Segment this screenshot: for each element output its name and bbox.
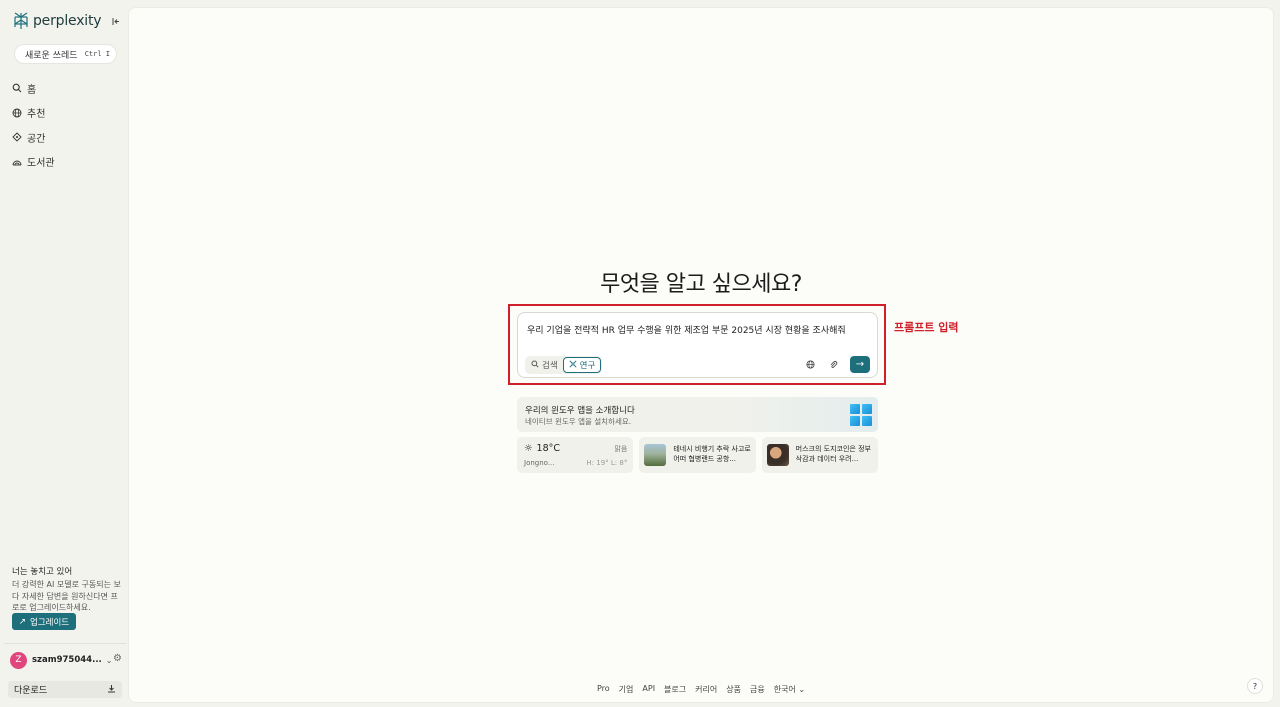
sidebar: perplexity 새로운 쓰레드 Ctrl I 홈 추천 공간 도서관 너는… [0,0,127,707]
submit-button[interactable]: → [850,356,870,373]
upgrade-label: 업그레이드 [30,617,70,628]
sidebar-item-label: 홈 [27,84,37,96]
mode-research-button[interactable]: 연구 [562,357,602,373]
download-label: 다운로드 [14,686,48,696]
arrow-right-icon: → [855,359,865,370]
avatar[interactable]: Z [10,651,27,669]
footer-link-enterprise[interactable]: 기업 [619,684,634,695]
footer-link-api[interactable]: API [642,684,655,695]
sidebar-item-library[interactable]: 도서관 [12,150,122,175]
weather-temp-value: 18°C [536,443,561,454]
spaces-icon [12,132,22,142]
sidebar-item-label: 추천 [27,109,46,121]
weather-condition: 맑음 [614,445,628,453]
main-panel: 무엇을 알고 싶으세요? 우리 기업을 전략적 HR 업무 수행을 위한 제조업… [128,7,1274,703]
annotation-label: 프롬프트 입력 [894,321,959,334]
search-box[interactable]: 우리 기업을 전략적 HR 업무 수행을 위한 제조업 부문 2025년 시장 … [517,312,878,378]
sidebar-item-spaces[interactable]: 공간 [12,125,122,150]
library-icon [12,157,22,167]
news-thumbnail [644,444,667,466]
footer-link-pro[interactable]: Pro [597,684,610,695]
help-button[interactable]: ? [1247,678,1263,694]
footer-links: Pro 기업 API 블로그 커리어 상품 금융 한국어 ⌄ [129,684,1273,695]
windows-app-banner[interactable]: 우리의 윈도우 앱을 소개합니다 네이티브 윈도우 앱을 설치하세요. [517,397,878,432]
widget-cards: ☼ 18°C 맑음 Jongno... H: 19° L: 8° 테네시 비행기… [517,437,878,473]
news-title: 머스크의 도지코인은 정부 삭감과 데이터 우려... [795,445,871,463]
collapse-sidebar-icon[interactable] [109,14,123,28]
search-input[interactable]: 우리 기업을 전략적 HR 업무 수행을 위한 제조업 부문 2025년 시장 … [527,323,872,336]
footer-link-store[interactable]: 상품 [726,684,741,695]
promo-body: 더 강력한 AI 모델로 구동되는 보다 자세한 답변을 원하신다면 프로로 업… [12,580,121,612]
weather-high-low: H: 19° L: 8° [586,459,628,467]
new-thread-label: 새로운 쓰레드 [25,50,78,61]
download-button[interactable]: 다운로드 [8,681,122,698]
language-label: 한국어 [773,685,796,694]
upgrade-promo: 너는 놓치고 있어 더 강력한 AI 모델로 구동되는 보다 자세한 답변을 원… [12,565,124,614]
weather-location: Jongno... [524,459,555,467]
chevron-down-icon[interactable]: ⌄ [106,656,113,665]
sidebar-item-home[interactable]: 홈 [12,76,122,101]
mode-label: 검색 [542,361,558,371]
footer-link-blog[interactable]: 블로그 [664,684,686,695]
perplexity-logo-icon [14,12,28,29]
news-card[interactable]: 테네시 비행기 추락 사고로 어떠 협병랜드 공항... [639,437,756,473]
paperclip-icon[interactable] [827,359,839,371]
globe-icon[interactable] [804,359,816,371]
gear-icon[interactable]: ⚙ [113,653,122,664]
mode-label: 연구 [579,361,596,371]
chevron-down-icon: ⌄ [798,685,806,694]
new-thread-button[interactable]: 새로운 쓰레드 Ctrl I [14,44,117,64]
divider [4,643,126,644]
search-icon [531,359,539,371]
news-title: 테네시 비행기 추락 사고로 어떠 협병랜드 공항... [673,445,751,463]
globe-icon [12,108,22,118]
weather-temperature: ☼ 18°C [524,443,560,454]
footer-link-finance[interactable]: 금융 [750,684,765,695]
news-card[interactable]: 머스크의 도지코인은 정부 삭감과 데이터 우려... [761,437,878,473]
search-icon [12,83,22,93]
research-icon [569,359,577,371]
mode-search-button[interactable]: 검색 [526,357,563,373]
mode-toggle: 검색 연구 [525,356,603,374]
username[interactable]: szam975044... [32,655,102,665]
new-thread-shortcut: Ctrl I [84,50,110,58]
logo-text: perplexity [33,13,102,29]
windows-logo-icon [850,404,872,426]
user-menu[interactable]: Z szam975044... ⌄ ⚙ [10,651,124,669]
sidebar-item-label: 도서관 [27,158,55,170]
weather-card[interactable]: ☼ 18°C 맑음 Jongno... H: 19° L: 8° [517,437,634,473]
sidebar-item-label: 공간 [27,133,46,145]
language-selector[interactable]: 한국어 ⌄ [774,684,805,695]
footer-link-careers[interactable]: 커리어 [695,684,717,695]
arrow-up-right-icon: ↗ [18,616,26,627]
banner-subtitle: 네이티브 윈도우 앱을 설치하세요. [525,417,632,426]
banner-title: 우리의 윈도우 앱을 소개합니다 [525,406,635,416]
search-actions: → [804,356,870,373]
upgrade-button[interactable]: ↗ 업그레이드 [12,613,76,630]
page-title: 무엇을 알고 싶으세요? [600,272,802,297]
promo-title: 너는 놓치고 있어 [12,567,73,577]
sun-icon: ☼ [524,443,533,454]
sidebar-item-discover[interactable]: 추천 [12,101,122,126]
logo[interactable]: perplexity [13,12,102,30]
download-icon [107,684,116,696]
news-thumbnail [766,444,789,466]
sidebar-nav: 홈 추천 공간 도서관 [12,76,122,174]
